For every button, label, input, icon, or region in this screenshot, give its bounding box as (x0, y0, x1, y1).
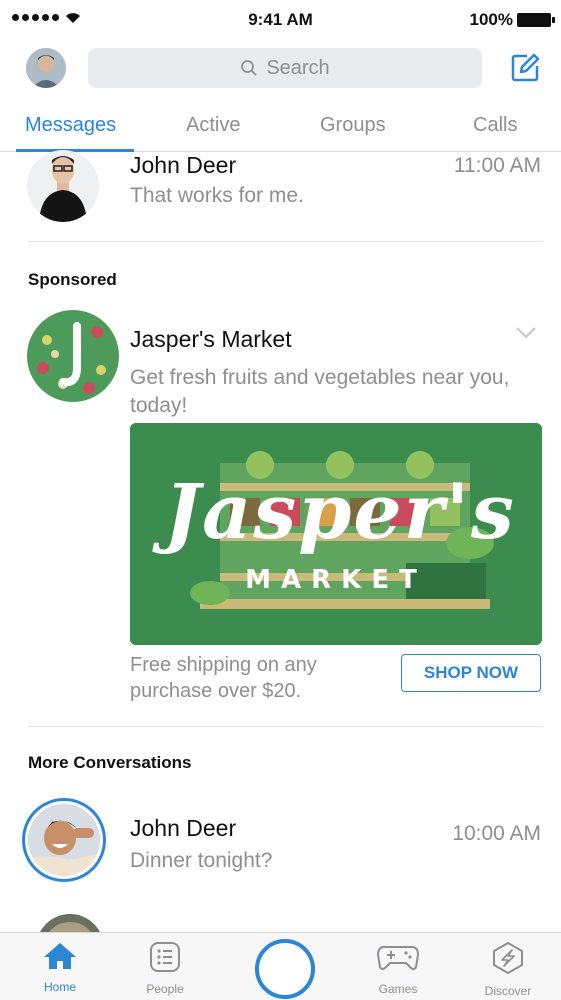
bottom-nav: Home People Games Discover (0, 932, 561, 1000)
battery-icon (517, 13, 555, 27)
home-icon (44, 943, 76, 969)
profile-photo (26, 48, 66, 88)
compass-icon (493, 941, 523, 975)
top-header: Search (0, 40, 561, 100)
conversation-name: John Deer (130, 815, 237, 841)
conversation-row[interactable]: John Deer 10:00 AM Dinner tonight? (0, 798, 561, 898)
search-icon (241, 60, 257, 76)
status-bar: 9:41 AM 100% (0, 0, 561, 40)
nav-people[interactable]: People (125, 941, 205, 996)
ad-description: Get fresh fruits and vegetables near you… (130, 366, 510, 417)
divider (28, 726, 543, 727)
conversation-name: John Deer (130, 152, 237, 178)
nav-games[interactable]: Games (358, 941, 438, 996)
avatar (22, 798, 106, 882)
profile-avatar[interactable] (26, 48, 66, 88)
contact-photo (28, 804, 100, 876)
section-title-sponsored: Sponsored (28, 270, 117, 289)
compose-icon (511, 53, 540, 82)
nav-label-games: Games (378, 982, 418, 996)
advertiser-logo-image (27, 310, 119, 402)
camera-shutter-button[interactable] (255, 939, 315, 999)
nav-label-discover: Discover (484, 984, 532, 998)
ad-banner-subtitle: MARKET (245, 565, 427, 595)
gamepad-icon (376, 946, 420, 970)
nav-label-people: People (146, 982, 184, 996)
ad-footer-text: Free shipping on any purchase over $20. (130, 654, 317, 702)
ad-banner-image[interactable]: Jasper's MARKET (130, 423, 542, 645)
nav-discover[interactable]: Discover (468, 941, 548, 998)
tab-groups[interactable]: Groups (320, 114, 386, 137)
battery-indicator: 100% (469, 10, 555, 30)
shop-now-button[interactable]: SHOP NOW (401, 654, 541, 692)
battery-percent: 100% (469, 10, 513, 29)
tab-calls[interactable]: Calls (473, 114, 517, 137)
conversation-time: 10:00 AM (452, 822, 541, 845)
tab-active[interactable]: Active (186, 114, 240, 137)
tab-bar: Messages Active Groups Calls (0, 104, 561, 152)
avatar (27, 150, 99, 222)
conversation-time: 11:00 AM (453, 154, 541, 177)
advertiser-name[interactable]: Jasper's Market (130, 326, 292, 353)
divider (28, 241, 543, 242)
conversation-preview: Dinner tonight? (130, 849, 273, 872)
chevron-down-icon[interactable] (515, 326, 537, 340)
compose-button[interactable] (507, 50, 543, 86)
section-title-more-conversations: More Conversations (28, 753, 192, 772)
nav-home[interactable]: Home (20, 941, 100, 994)
contact-photo (27, 150, 99, 222)
conversation-row[interactable]: John Deer 11:00 AM That works for me. (0, 150, 561, 242)
search-placeholder: Search (266, 56, 330, 79)
search-input[interactable]: Search (88, 48, 482, 88)
tab-messages[interactable]: Messages (25, 114, 116, 137)
ad-banner-title: Jasper's (164, 467, 516, 556)
people-list-icon (150, 942, 180, 972)
nav-label-home: Home (43, 980, 76, 994)
conversation-preview: That works for me. (130, 184, 304, 207)
advertiser-logo[interactable] (27, 310, 119, 402)
